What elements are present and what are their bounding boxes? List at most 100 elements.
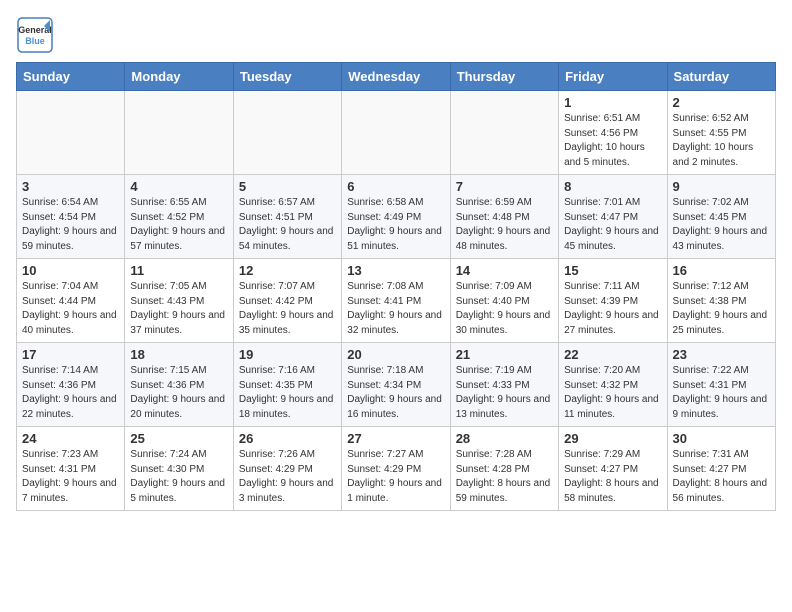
- day-number: 26: [239, 431, 336, 446]
- day-number: 1: [564, 95, 661, 110]
- day-info: Sunrise: 6:57 AM Sunset: 4:51 PM Dayligh…: [239, 196, 336, 254]
- day-cell: 27 Sunrise: 7:27 AM Sunset: 4:29 PM Dayli…: [342, 427, 450, 511]
- day-cell: [17, 91, 125, 175]
- day-cell: 24Sunrise: 7:23 AM Sunset: 4:31 PM Dayli…: [17, 427, 125, 511]
- day-cell: 11 Sunrise: 7:05 AM Sunset: 4:43 PM Dayli…: [125, 259, 233, 343]
- day-number: 3: [22, 179, 119, 194]
- day-number: 12: [239, 263, 336, 278]
- day-cell: [342, 91, 450, 175]
- day-cell: 4 Sunrise: 6:55 AM Sunset: 4:52 PM Daylig…: [125, 175, 233, 259]
- day-cell: 29 Sunrise: 7:29 AM Sunset: 4:27 PM Dayli…: [559, 427, 667, 511]
- day-info: Sunrise: 6:52 AM Sunset: 4:55 PM Dayligh…: [673, 112, 770, 170]
- day-info: Sunrise: 7:19 AM Sunset: 4:33 PM Dayligh…: [456, 364, 553, 422]
- week-row-3: 17 Sunrise: 7:14 AM Sunset: 4:36 PM Dayli…: [17, 343, 776, 427]
- day-info: Sunrise: 7:14 AM Sunset: 4:36 PM Dayligh…: [22, 364, 119, 422]
- day-info: Sunrise: 7:15 AM Sunset: 4:36 PM Dayligh…: [130, 364, 227, 422]
- day-number: 25: [130, 431, 227, 446]
- day-cell: 22 Sunrise: 7:20 AM Sunset: 4:32 PM Dayli…: [559, 343, 667, 427]
- day-cell: 10 Sunrise: 7:04 AM Sunset: 4:44 PM Dayli…: [17, 259, 125, 343]
- day-cell: 28 Sunrise: 7:28 AM Sunset: 4:28 PM Dayli…: [450, 427, 558, 511]
- weekday-tuesday: Tuesday: [233, 63, 341, 91]
- day-number: 15: [564, 263, 661, 278]
- day-cell: [233, 91, 341, 175]
- day-cell: 14Sunrise: 7:09 AM Sunset: 4:40 PM Dayli…: [450, 259, 558, 343]
- day-cell: 25 Sunrise: 7:24 AM Sunset: 4:30 PM Dayli…: [125, 427, 233, 511]
- day-number: 24: [22, 431, 119, 446]
- day-info: Sunrise: 7:05 AM Sunset: 4:43 PM Dayligh…: [130, 280, 227, 338]
- weekday-friday: Friday: [559, 63, 667, 91]
- day-info: Sunrise: 7:26 AM Sunset: 4:29 PM Dayligh…: [239, 448, 336, 506]
- day-info: Sunrise: 7:31 AM Sunset: 4:27 PM Dayligh…: [673, 448, 770, 506]
- day-cell: 1Sunrise: 6:51 AM Sunset: 4:56 PM Daylig…: [559, 91, 667, 175]
- day-info: Sunrise: 7:29 AM Sunset: 4:27 PM Dayligh…: [564, 448, 661, 506]
- day-info: Sunrise: 6:59 AM Sunset: 4:48 PM Dayligh…: [456, 196, 553, 254]
- day-info: Sunrise: 7:04 AM Sunset: 4:44 PM Dayligh…: [22, 280, 119, 338]
- logo-icon: General Blue: [16, 16, 54, 54]
- day-cell: 3 Sunrise: 6:54 AM Sunset: 4:54 PM Daylig…: [17, 175, 125, 259]
- day-cell: 5Sunrise: 6:57 AM Sunset: 4:51 PM Daylig…: [233, 175, 341, 259]
- day-number: 8: [564, 179, 661, 194]
- day-number: 16: [673, 263, 770, 278]
- day-info: Sunrise: 7:24 AM Sunset: 4:30 PM Dayligh…: [130, 448, 227, 506]
- day-cell: 19Sunrise: 7:16 AM Sunset: 4:35 PM Dayli…: [233, 343, 341, 427]
- day-cell: [125, 91, 233, 175]
- day-info: Sunrise: 6:54 AM Sunset: 4:54 PM Dayligh…: [22, 196, 119, 254]
- day-info: Sunrise: 7:12 AM Sunset: 4:38 PM Dayligh…: [673, 280, 770, 338]
- day-number: 23: [673, 347, 770, 362]
- day-number: 6: [347, 179, 444, 194]
- day-cell: 9 Sunrise: 7:02 AM Sunset: 4:45 PM Daylig…: [667, 175, 775, 259]
- day-cell: 7 Sunrise: 6:59 AM Sunset: 4:48 PM Daylig…: [450, 175, 558, 259]
- day-number: 29: [564, 431, 661, 446]
- weekday-thursday: Thursday: [450, 63, 558, 91]
- day-cell: 21 Sunrise: 7:19 AM Sunset: 4:33 PM Dayli…: [450, 343, 558, 427]
- svg-text:Blue: Blue: [25, 36, 45, 46]
- day-info: Sunrise: 7:01 AM Sunset: 4:47 PM Dayligh…: [564, 196, 661, 254]
- day-info: Sunrise: 7:11 AM Sunset: 4:39 PM Dayligh…: [564, 280, 661, 338]
- day-number: 19: [239, 347, 336, 362]
- day-number: 18: [130, 347, 227, 362]
- day-cell: 2Sunrise: 6:52 AM Sunset: 4:55 PM Daylig…: [667, 91, 775, 175]
- weekday-saturday: Saturday: [667, 63, 775, 91]
- day-info: Sunrise: 7:20 AM Sunset: 4:32 PM Dayligh…: [564, 364, 661, 422]
- day-cell: 15 Sunrise: 7:11 AM Sunset: 4:39 PM Dayli…: [559, 259, 667, 343]
- day-cell: 8 Sunrise: 7:01 AM Sunset: 4:47 PM Daylig…: [559, 175, 667, 259]
- header: General Blue: [16, 16, 776, 54]
- day-cell: 17 Sunrise: 7:14 AM Sunset: 4:36 PM Dayli…: [17, 343, 125, 427]
- day-cell: 18 Sunrise: 7:15 AM Sunset: 4:36 PM Dayli…: [125, 343, 233, 427]
- weekday-sunday: Sunday: [17, 63, 125, 91]
- day-number: 9: [673, 179, 770, 194]
- day-info: Sunrise: 6:55 AM Sunset: 4:52 PM Dayligh…: [130, 196, 227, 254]
- weekday-header: SundayMondayTuesdayWednesdayThursdayFrid…: [17, 63, 776, 91]
- day-number: 27: [347, 431, 444, 446]
- day-info: Sunrise: 7:08 AM Sunset: 4:41 PM Dayligh…: [347, 280, 444, 338]
- week-row-2: 10 Sunrise: 7:04 AM Sunset: 4:44 PM Dayli…: [17, 259, 776, 343]
- day-info: Sunrise: 7:02 AM Sunset: 4:45 PM Dayligh…: [673, 196, 770, 254]
- day-number: 7: [456, 179, 553, 194]
- day-info: Sunrise: 7:09 AM Sunset: 4:40 PM Dayligh…: [456, 280, 553, 338]
- day-number: 17: [22, 347, 119, 362]
- weekday-wednesday: Wednesday: [342, 63, 450, 91]
- day-cell: 23 Sunrise: 7:22 AM Sunset: 4:31 PM Dayli…: [667, 343, 775, 427]
- day-info: Sunrise: 7:28 AM Sunset: 4:28 PM Dayligh…: [456, 448, 553, 506]
- day-number: 11: [130, 263, 227, 278]
- day-cell: [450, 91, 558, 175]
- day-number: 21: [456, 347, 553, 362]
- day-number: 28: [456, 431, 553, 446]
- day-cell: 16 Sunrise: 7:12 AM Sunset: 4:38 PM Dayli…: [667, 259, 775, 343]
- week-row-4: 24Sunrise: 7:23 AM Sunset: 4:31 PM Dayli…: [17, 427, 776, 511]
- day-cell: 30Sunrise: 7:31 AM Sunset: 4:27 PM Dayli…: [667, 427, 775, 511]
- day-number: 22: [564, 347, 661, 362]
- day-number: 4: [130, 179, 227, 194]
- day-info: Sunrise: 7:27 AM Sunset: 4:29 PM Dayligh…: [347, 448, 444, 506]
- day-cell: 6Sunrise: 6:58 AM Sunset: 4:49 PM Daylig…: [342, 175, 450, 259]
- day-cell: 26 Sunrise: 7:26 AM Sunset: 4:29 PM Dayli…: [233, 427, 341, 511]
- day-number: 13: [347, 263, 444, 278]
- day-cell: 13 Sunrise: 7:08 AM Sunset: 4:41 PM Dayli…: [342, 259, 450, 343]
- day-cell: 20 Sunrise: 7:18 AM Sunset: 4:34 PM Dayli…: [342, 343, 450, 427]
- day-info: Sunrise: 7:22 AM Sunset: 4:31 PM Dayligh…: [673, 364, 770, 422]
- day-cell: 12Sunrise: 7:07 AM Sunset: 4:42 PM Dayli…: [233, 259, 341, 343]
- day-info: Sunrise: 7:18 AM Sunset: 4:34 PM Dayligh…: [347, 364, 444, 422]
- day-number: 10: [22, 263, 119, 278]
- day-number: 20: [347, 347, 444, 362]
- calendar: SundayMondayTuesdayWednesdayThursdayFrid…: [16, 62, 776, 511]
